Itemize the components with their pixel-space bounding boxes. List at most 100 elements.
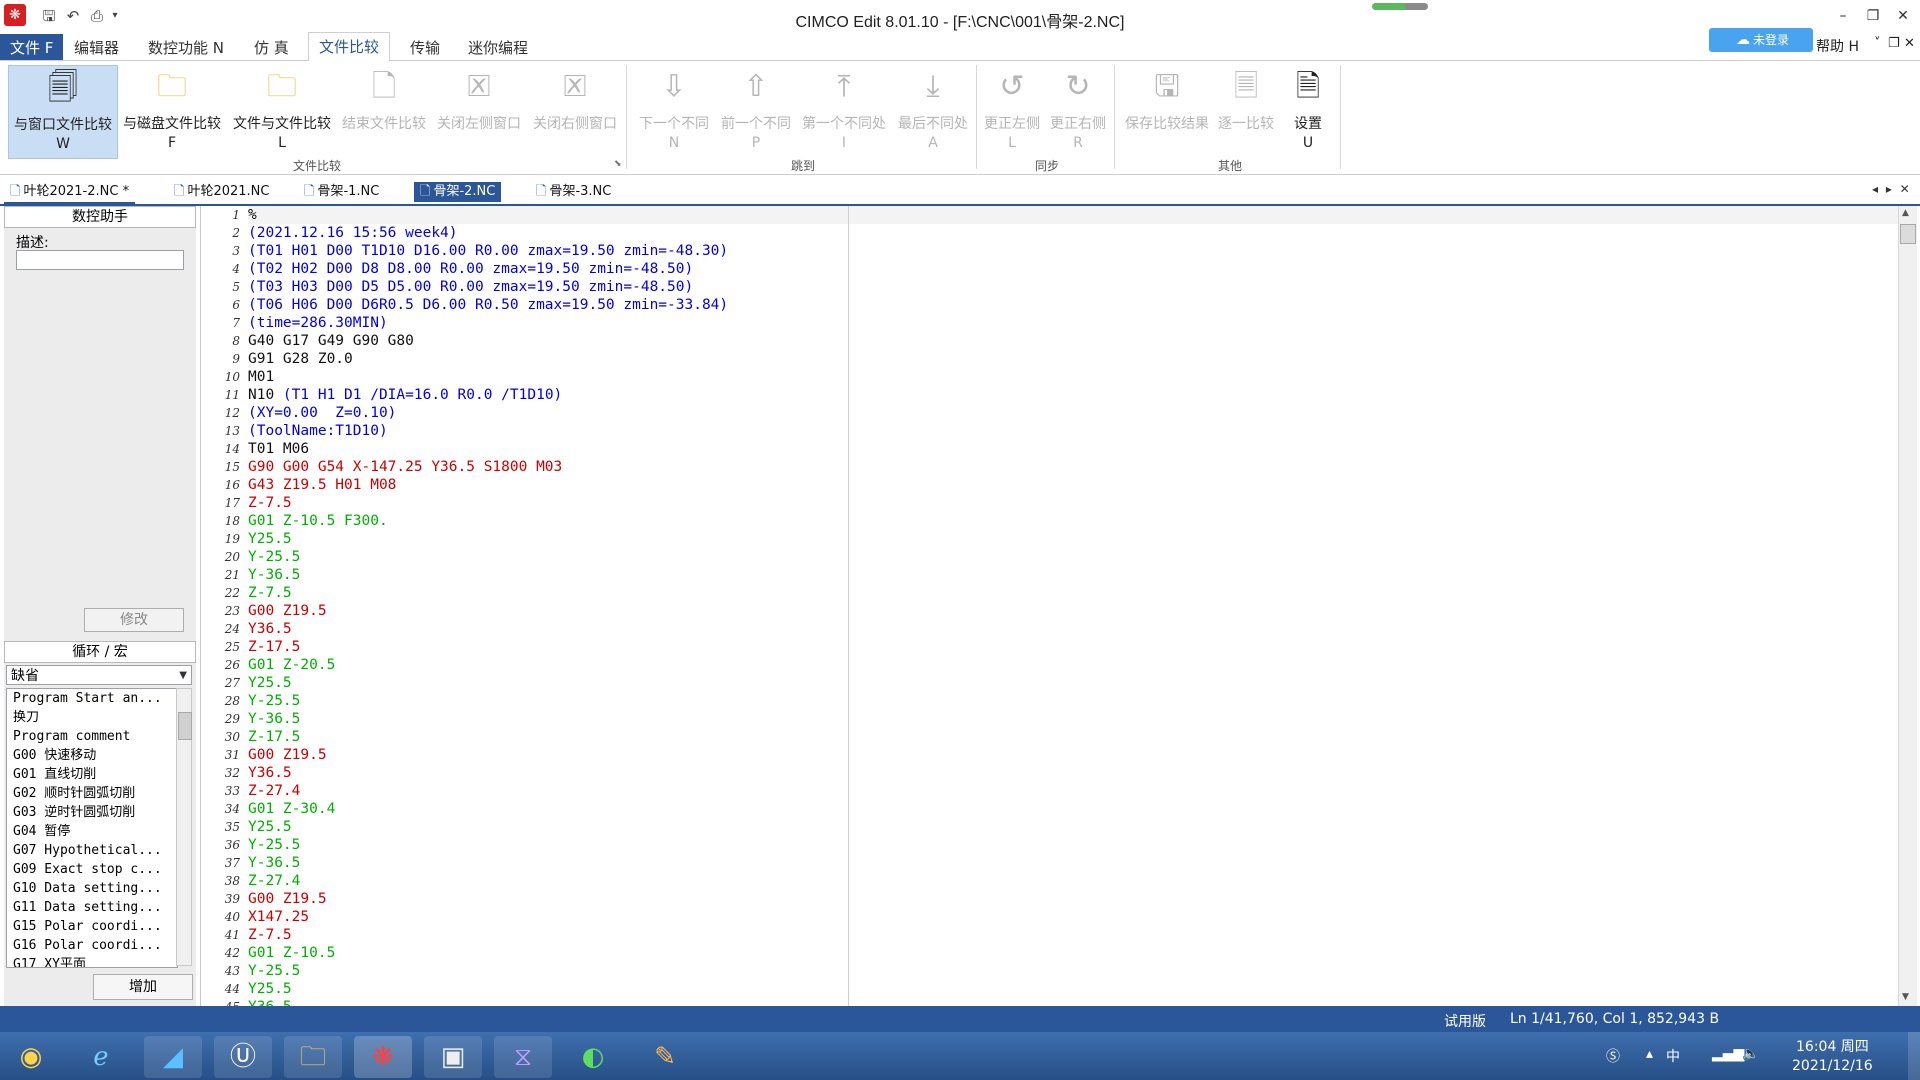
code-line[interactable]: Y-36.5: [248, 854, 300, 872]
code-line[interactable]: G90 G00 G54 X-147.25 Y36.5 S1800 M03: [248, 458, 562, 476]
list-item[interactable]: Program Start an...: [7, 689, 177, 708]
code-line[interactable]: G01 Z-30.4: [248, 800, 335, 818]
add-button[interactable]: 增加: [93, 974, 193, 1000]
compare-each-button[interactable]: 🗏 逐一比较: [1214, 65, 1278, 157]
menu-mini-programming[interactable]: 迷你编程: [458, 34, 538, 60]
next-diff-button[interactable]: ⇩ 下一个不同 N: [632, 65, 716, 157]
code-line[interactable]: Z-7.5: [248, 926, 292, 944]
list-item[interactable]: Program comment: [7, 727, 177, 746]
tab-file[interactable]: 🗋 叶轮2021-2.NC *: [4, 182, 136, 204]
list-item[interactable]: G15 Polar coordi...: [7, 917, 177, 936]
code-line[interactable]: M01: [248, 368, 274, 386]
code-line[interactable]: G43 Z19.5 H01 M08: [248, 476, 396, 494]
compare-window-button[interactable]: 🗐 与窗口文件比较 W: [8, 65, 118, 159]
macro-category-select[interactable]: 缺省 ▼: [6, 665, 192, 685]
code-line[interactable]: G91 G28 Z0.0: [248, 350, 353, 368]
menu-cnc-functions[interactable]: 数控功能 N: [138, 34, 234, 60]
code-line[interactable]: Z-17.5: [248, 638, 300, 656]
ie-browser-icon[interactable]: ℯ: [72, 1036, 130, 1078]
list-item[interactable]: G09 Exact stop c...: [7, 860, 177, 879]
code-line[interactable]: Y-25.5: [248, 692, 300, 710]
list-item[interactable]: G17 XY平面: [7, 955, 177, 967]
login-button[interactable]: ☁ 未登录: [1709, 28, 1813, 52]
menu-help[interactable]: 帮助 H: [1816, 36, 1859, 56]
close-button[interactable]: ✕: [1888, 4, 1918, 28]
start-orb-icon[interactable]: ◉: [2, 1036, 60, 1078]
code-line[interactable]: Y36.5: [248, 620, 292, 638]
app-blue-icon[interactable]: ◢: [144, 1036, 202, 1078]
modify-button[interactable]: 修改: [84, 608, 184, 632]
code-line[interactable]: (XY=0.00 Z=0.10): [248, 404, 396, 422]
code-line[interactable]: Z-7.5: [248, 494, 292, 512]
end-compare-button[interactable]: 🗋 结束文件比较: [338, 65, 430, 157]
ime-language-icon[interactable]: 中: [1666, 1046, 1680, 1066]
code-line[interactable]: G00 Z19.5: [248, 890, 327, 908]
editor-scroll-thumb[interactable]: [1900, 224, 1916, 244]
code-line[interactable]: X147.25: [248, 908, 309, 926]
code-line[interactable]: (T03 H03 D00 D5 D5.00 R0.00 zmax=19.50 z…: [248, 278, 693, 296]
menu-editor[interactable]: 编辑器: [64, 34, 129, 60]
code-line[interactable]: Y25.5: [248, 980, 292, 998]
scroll-down-arrow-icon[interactable]: ▼: [1902, 992, 1909, 1002]
list-item[interactable]: 换刀: [7, 708, 177, 727]
code-line[interactable]: Z-7.5: [248, 584, 292, 602]
compare-files-button[interactable]: 🗀 文件与文件比较 L: [228, 65, 336, 157]
menu-file[interactable]: 文件 F: [0, 34, 64, 60]
prev-diff-button[interactable]: ⇧ 前一个不同 P: [716, 65, 796, 157]
list-item[interactable]: G16 Polar coordi...: [7, 936, 177, 955]
app-green-icon[interactable]: ◐: [564, 1036, 622, 1078]
code-line[interactable]: G00 Z19.5: [248, 602, 327, 620]
code-line[interactable]: G00 Z19.5: [248, 746, 327, 764]
settings-button[interactable]: 🗎 设置 U: [1282, 65, 1334, 157]
code-line[interactable]: Y-36.5: [248, 566, 300, 584]
mdi-restore-button[interactable]: ❐: [1888, 36, 1900, 51]
menu-transfer[interactable]: 传输: [400, 34, 450, 60]
group-launcher-icon[interactable]: ⬊: [614, 159, 622, 169]
sogou-ime-icon[interactable]: Ⓢ: [1606, 1046, 1620, 1066]
tab-file[interactable]: 🗋 骨架-1.NC: [298, 182, 385, 202]
clock-time[interactable]: 16:04 周四: [1796, 1036, 1869, 1056]
list-item[interactable]: G03 逆时针圆弧切削: [7, 803, 177, 822]
list-item[interactable]: G10 Data setting...: [7, 879, 177, 898]
restore-button[interactable]: ❐: [1858, 4, 1888, 28]
code-line[interactable]: G01 Z-10.5: [248, 944, 335, 962]
minimize-button[interactable]: –: [1828, 4, 1858, 28]
app-u-icon[interactable]: Ⓤ: [214, 1036, 272, 1078]
code-line[interactable]: N10 (T1 H1 D1 /DIA=16.0 R0.0 /T1D10): [248, 386, 562, 404]
code-line[interactable]: %: [248, 206, 257, 224]
code-line[interactable]: G01 Z-10.5 F300.: [248, 512, 388, 530]
tab-file[interactable]: 🗋 叶轮2021.NC: [168, 182, 275, 202]
code-line[interactable]: Y-25.5: [248, 548, 300, 566]
mdi-dropdown-button[interactable]: ˅: [1874, 36, 1881, 51]
last-diff-button[interactable]: ⤓ 最后不同处 A: [892, 65, 974, 157]
code-line[interactable]: (2021.12.16 15:56 week4): [248, 224, 458, 242]
code-editor[interactable]: [200, 206, 1899, 1006]
cimco-icon[interactable]: ❋: [354, 1036, 412, 1078]
macro-list[interactable]: Program Start an... 换刀 Program comment G…: [6, 688, 178, 968]
list-item[interactable]: G07 Hypothetical...: [7, 841, 177, 860]
code-line[interactable]: G01 Z-20.5: [248, 656, 335, 674]
code-line[interactable]: Z-27.4: [248, 872, 300, 890]
code-line[interactable]: Y-25.5: [248, 836, 300, 854]
code-line[interactable]: Y36.5: [248, 764, 292, 782]
code-line[interactable]: Z-27.4: [248, 782, 300, 800]
code-line[interactable]: (time=286.30MIN): [248, 314, 388, 332]
code-line[interactable]: (T01 H01 D00 T1D10 D16.00 R0.00 zmax=19.…: [248, 242, 728, 260]
save-result-button[interactable]: 🖫 保存比较结果: [1120, 65, 1214, 157]
first-diff-button[interactable]: ⤒ 第一个不同处 I: [796, 65, 892, 157]
editor-vertical-scrollbar[interactable]: [1898, 206, 1917, 1006]
list-item[interactable]: G01 直线切削: [7, 765, 177, 784]
code-line[interactable]: Y25.5: [248, 674, 292, 692]
paint-icon[interactable]: ✎: [636, 1036, 694, 1078]
list-item[interactable]: G02 顺时针圆弧切削: [7, 784, 177, 803]
terminal-icon[interactable]: ▣: [424, 1036, 482, 1078]
code-line[interactable]: T01 M06: [248, 440, 309, 458]
code-line[interactable]: Y-36.5: [248, 710, 300, 728]
code-line[interactable]: (ToolName:T1D10): [248, 422, 388, 440]
code-line[interactable]: (T06 H06 D00 D6R0.5 D6.00 R0.50 zmax=19.…: [248, 296, 728, 314]
folder-icon[interactable]: 🗀: [284, 1036, 342, 1078]
code-line[interactable]: Y25.5: [248, 530, 292, 548]
tab-navigation-controls[interactable]: ◂ ▸ ✕: [1872, 182, 1912, 196]
network-icon[interactable]: ▂▄▆: [1712, 1046, 1744, 1062]
mdi-close-button[interactable]: ✕: [1904, 36, 1915, 51]
